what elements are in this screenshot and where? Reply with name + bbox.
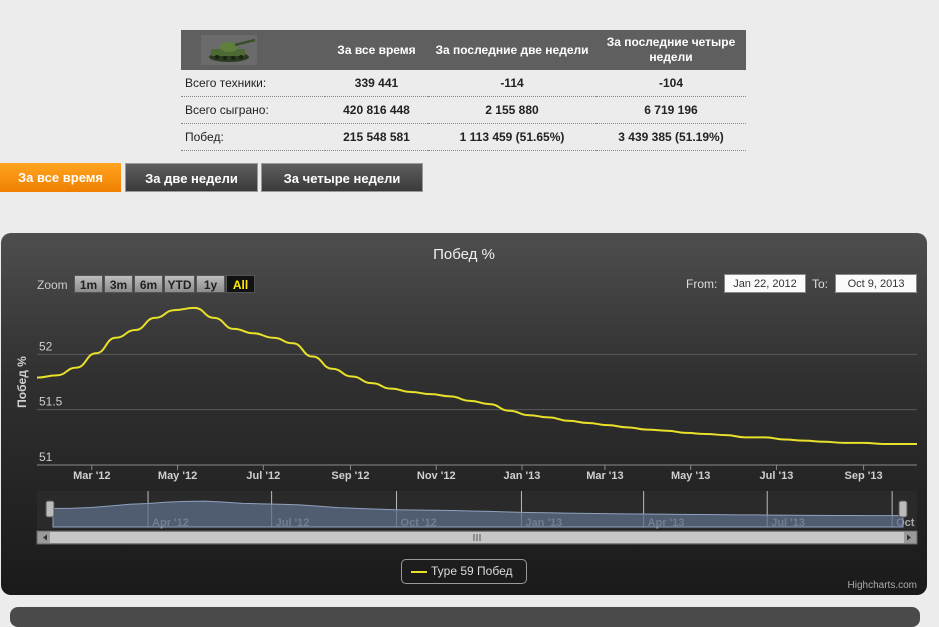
tank-icon-cell [181,30,325,70]
legend-swatch [411,571,427,573]
y-tick-label: 51.5 [39,395,63,409]
navigator-right-handle[interactable] [898,500,908,518]
to-date-input[interactable]: Oct 9, 2013 [835,274,917,293]
tab-two-weeks[interactable]: За две недели [125,163,258,192]
x-tick-label: Jan '13 [504,470,541,482]
header-four-weeks: За последние четыре недели [596,30,746,70]
tab-four-weeks[interactable]: За четыре недели [261,163,423,192]
series-line-type59 [36,306,917,445]
zoom-3m-button[interactable]: 3m [104,275,133,293]
scrollbar[interactable] [36,530,918,545]
stats-row-battles: Всего сыграно: 420 816 448 2 155 880 6 7… [181,96,746,124]
chart-panel: Побед % Побед % 52 51.5 51 Mar '12 May '12 J… [1,233,927,595]
header-two-weeks: За последние две недели [428,30,596,70]
grid-lines [37,353,917,466]
y-axis-label: Побед % [15,356,29,408]
navigator-left-handle[interactable] [45,500,55,518]
stats-row-wins: Побед: 215 548 581 1 113 459 (51.65%) 3 … [181,123,746,151]
cell-value: 3 439 385 (51.19%) [596,123,746,151]
y-tick-label: 52 [39,339,53,353]
stats-table: За все время За последние две недели За … [181,30,746,151]
cell-value: 215 548 581 [325,123,428,151]
x-tick-label: Jul '12 [246,470,280,482]
cell-value: 1 113 459 (51.65%) [428,123,596,151]
zoom-1y-button[interactable]: 1y [196,275,225,293]
row-label: Всего техники: [181,70,325,97]
cell-value: 2 155 880 [428,96,596,124]
y-tick-label: 51 [39,450,53,464]
x-tick-label: Mar '13 [586,470,623,482]
next-panel-edge [10,607,920,627]
from-date-input[interactable]: Jan 22, 2012 [724,274,806,293]
y-axis-ticks: 52 51.5 51 [39,339,63,464]
cell-value: 6 719 196 [596,96,746,124]
x-tick-label: Mar '12 [73,470,110,482]
chart-title: Побед % [433,246,495,263]
from-label: From: [686,277,718,291]
zoom-1m-button[interactable]: 1m [74,275,103,293]
credits-link[interactable]: Highcharts.com [848,580,917,591]
legend[interactable]: Type 59 Побед [401,559,527,584]
zoom-all-button[interactable]: All [226,275,255,293]
stats-header-row: За все время За последние две недели За … [181,30,746,70]
x-tick-label: Nov '12 [417,470,456,482]
x-tick-label: Sep '13 [845,470,883,482]
zoom-6m-button[interactable]: 6m [134,275,163,293]
navigator[interactable]: Apr '12Jul '12Oct '12Jan '13Apr '13Jul '… [37,491,917,529]
cell-value: 339 441 [325,70,428,97]
header-all-time: За все время [325,30,428,70]
x-axis-ticks: Mar '12 May '12 Jul '12 Sep '12 Nov '12 Jan '… [73,465,883,482]
zoom-ytd-button[interactable]: YTD [164,275,195,293]
row-label: Побед: [181,123,325,151]
tab-all-time[interactable]: За все время [0,163,121,192]
tank-icon [201,35,257,65]
legend-item-label[interactable]: Type 59 Побед [431,560,512,583]
row-label: Всего сыграно: [181,96,325,124]
x-tick-label: May '13 [671,470,710,482]
cell-value: -114 [428,70,596,97]
x-tick-label: May '12 [158,470,197,482]
x-tick-label: Sep '12 [331,470,369,482]
x-tick-label: Jul '13 [760,470,794,482]
stats-row-vehicles: Всего техники: 339 441 -114 -104 [181,70,746,97]
zoom-label: Zoom [37,278,68,292]
cell-value: 420 816 448 [325,96,428,124]
cell-value: -104 [596,70,746,97]
to-label: To: [812,277,829,291]
